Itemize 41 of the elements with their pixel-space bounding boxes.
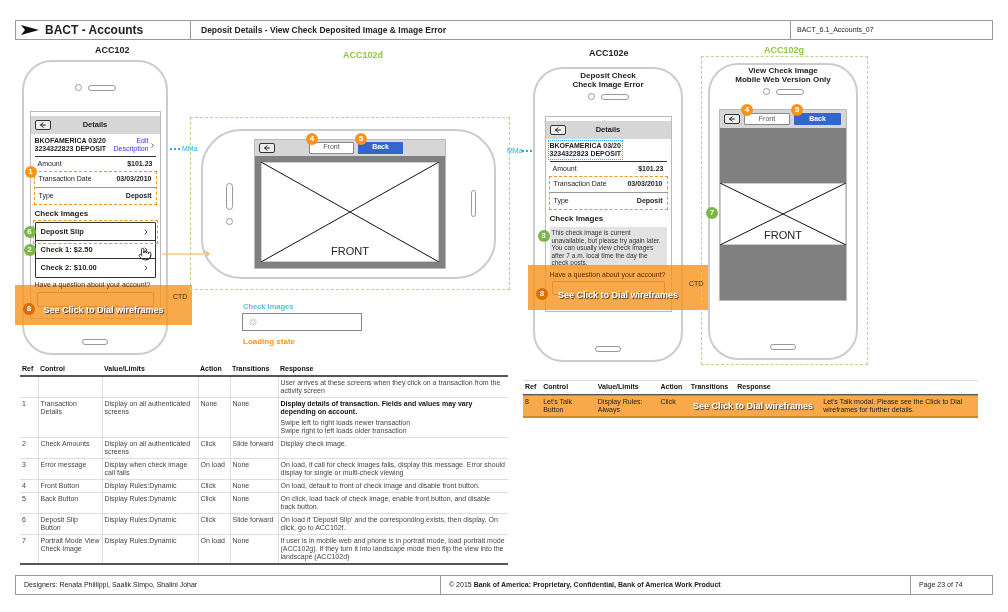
- app-title: BACT - Accounts: [45, 22, 144, 39]
- screen-label: ACC102e: [589, 47, 629, 60]
- screen-label: ACC102g: [764, 44, 804, 57]
- dotted-connector: [170, 148, 180, 150]
- callout-badge: 6: [23, 226, 36, 238]
- back-button[interactable]: [549, 125, 566, 135]
- speaker-icon: [471, 190, 476, 217]
- section-title: Check Images: [548, 213, 605, 225]
- spinner-icon: [249, 318, 257, 326]
- screen-label: ACC102: [95, 44, 130, 57]
- back-arrow-icon: [553, 126, 562, 134]
- back-arrow-icon: [728, 115, 736, 123]
- callout-badge: 5: [791, 104, 803, 116]
- back-button[interactable]: [259, 142, 275, 153]
- back-arrow-icon: [263, 143, 271, 152]
- hand-pointer-icon: [137, 247, 152, 261]
- callout-badge: 2: [23, 244, 36, 256]
- back-arrow-icon: [38, 121, 47, 129]
- section-title: Check Images: [33, 208, 90, 220]
- overlay-note: See Click to Dial wireframes: [693, 399, 814, 413]
- arrow-connector: [162, 250, 210, 258]
- callout-badge: 4: [741, 104, 753, 116]
- overlay-note: See Click to Dial wireframes: [43, 303, 164, 317]
- page-title: Deposit Details - View Check Deposited Image & Image Error: [201, 23, 446, 37]
- callout-badge: 1: [24, 166, 37, 178]
- screen-label: ACC102d: [343, 49, 383, 62]
- back-button[interactable]: [724, 114, 740, 124]
- callout-badge: 4: [306, 132, 318, 145]
- callout-badge: 3: [537, 230, 550, 242]
- chevron-icon: [148, 141, 156, 149]
- callout-badge: 7: [706, 207, 718, 219]
- callout-badge: 5: [355, 132, 367, 145]
- screen-heading: Deposit Check Check Image Error: [572, 71, 644, 89]
- logo-icon: [21, 25, 39, 35]
- screen-heading: View Check Image Mobile Web Version Only: [735, 66, 831, 84]
- callout-badge: 8: [23, 303, 35, 315]
- loading-caption: Loading state: [243, 336, 295, 348]
- back-button[interactable]: [34, 120, 51, 130]
- dotted-connector: [522, 150, 532, 152]
- overlay-note: See Click to Dial wireframes: [557, 288, 679, 302]
- callout-badge: 8: [536, 288, 548, 300]
